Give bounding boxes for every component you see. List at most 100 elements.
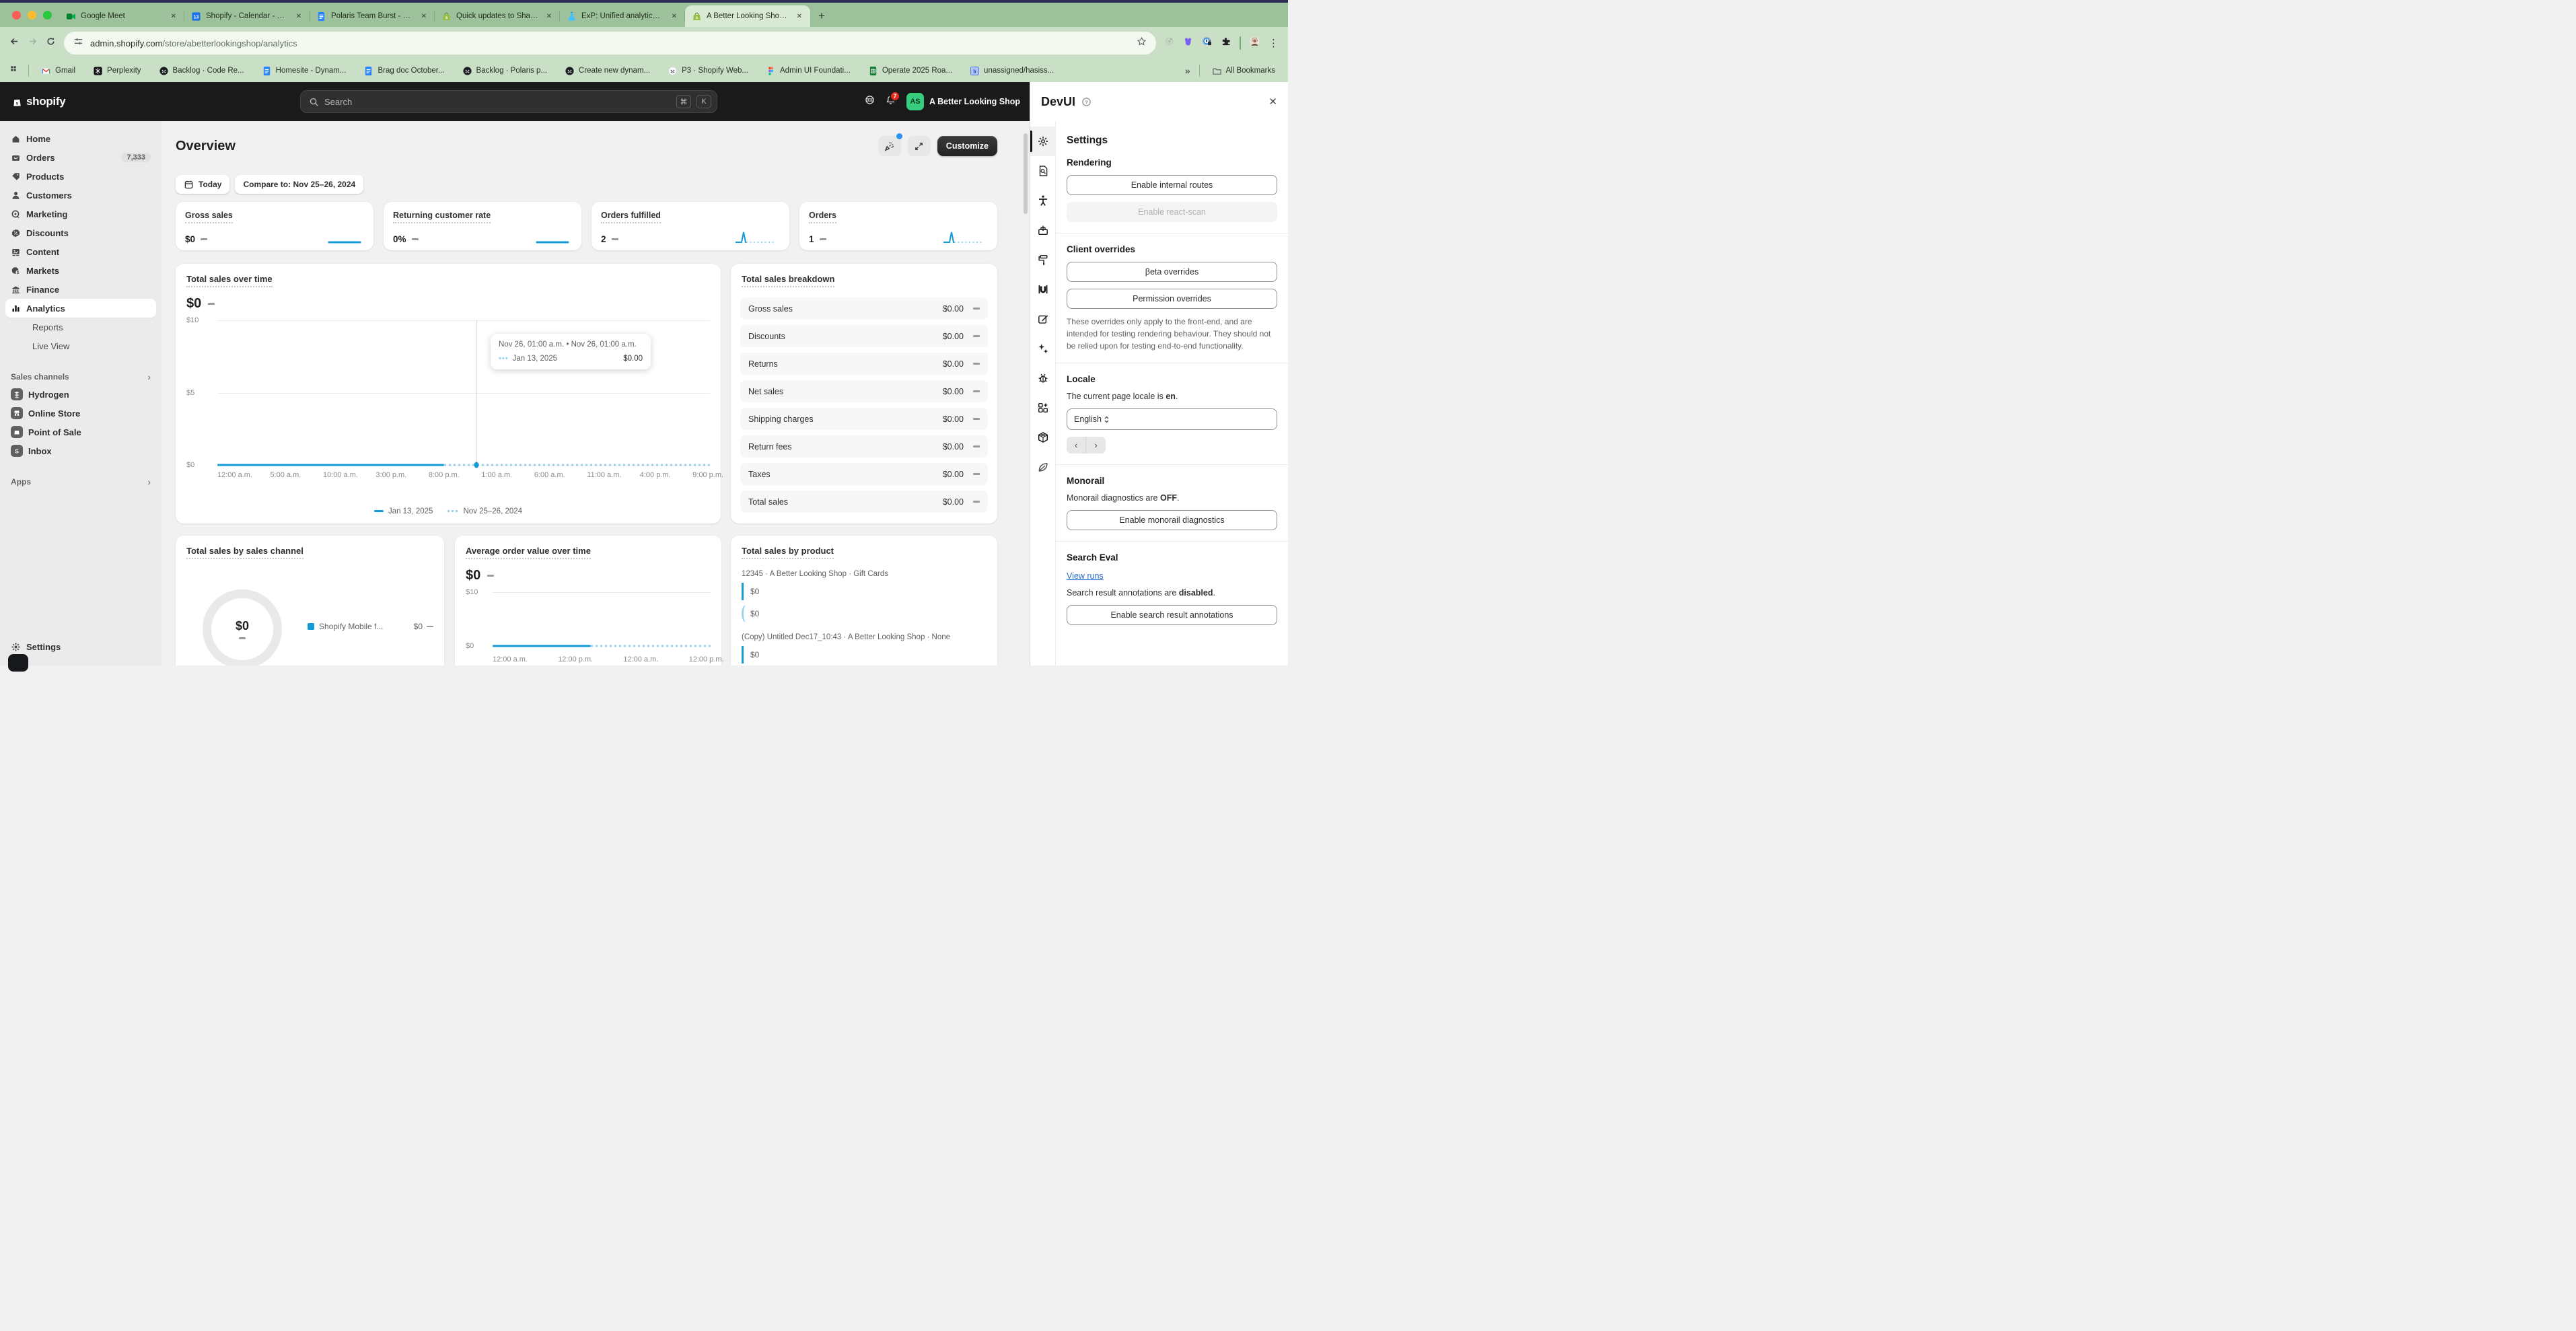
bookmark-item[interactable]: Perplexity: [90, 64, 145, 78]
bookmark-item[interactable]: Homesite - Dynam...: [258, 64, 350, 78]
sidebar-item-orders[interactable]: Orders7,333: [5, 148, 156, 167]
extension-a-icon[interactable]: [1164, 36, 1174, 50]
beta-overrides-button[interactable]: βeta overrides: [1067, 262, 1277, 282]
metric-label[interactable]: Returning customer rate: [393, 211, 491, 223]
bookmark-item[interactable]: Create new dynam...: [561, 64, 653, 78]
metric-label[interactable]: Orders fulfilled: [601, 211, 661, 223]
breakdown-row-shipping-charges[interactable]: Shipping charges$0.00: [740, 408, 988, 430]
tab-close-icon[interactable]: ✕: [544, 11, 554, 22]
close-panel-icon[interactable]: ✕: [1268, 96, 1277, 108]
donut-chart[interactable]: $0: [203, 589, 282, 666]
browser-tab[interactable]: sA Better Looking Shop · Over✕: [685, 5, 810, 27]
minimize-window-button[interactable]: [28, 11, 36, 20]
sidebar-item-settings[interactable]: Settings: [5, 637, 156, 656]
bookmarks-overflow-icon[interactable]: »: [1185, 65, 1190, 76]
date-range-pill[interactable]: Today: [176, 175, 229, 194]
onepassword-icon[interactable]: [1202, 36, 1212, 50]
tab-close-icon[interactable]: ✕: [669, 11, 680, 22]
tab-close-icon[interactable]: ✕: [419, 11, 429, 22]
new-tab-button[interactable]: +: [818, 9, 825, 23]
sidebar-item-customers[interactable]: Customers: [5, 186, 156, 205]
aov-chart[interactable]: $10 $0 12:00 a.m.12:00 p.m.12:00 a.m.12:…: [466, 592, 711, 659]
breakdown-row-returns[interactable]: Returns$0.00: [740, 353, 988, 375]
metric-label[interactable]: Orders: [809, 211, 836, 223]
browser-tab[interactable]: sQuick updates to Shadows an✕: [435, 5, 560, 27]
breakdown-row-total-sales[interactable]: Total sales$0.00: [740, 491, 988, 513]
card-title[interactable]: Total sales over time: [186, 274, 273, 287]
legend-item-compare[interactable]: Nov 25–26, 2024: [448, 507, 522, 515]
devui-rail-importbox[interactable]: [1030, 215, 1056, 245]
extensions-puzzle-icon[interactable]: [1221, 36, 1231, 50]
devui-rail-sparkles[interactable]: [1030, 334, 1056, 363]
bookmark-item[interactable]: Gmail: [38, 64, 79, 78]
browser-tab[interactable]: Google Meet✕: [59, 5, 184, 27]
sidebar-item-inbox[interactable]: SInbox: [5, 441, 156, 460]
sidebar-item-hydrogen[interactable]: Hydrogen: [5, 385, 156, 404]
bookmark-item[interactable]: Backlog · Polaris p...: [459, 64, 550, 78]
view-runs-link[interactable]: View runs: [1067, 571, 1104, 581]
enable-monorail-button[interactable]: Enable monorail diagnostics: [1067, 510, 1277, 530]
card-title[interactable]: Average order value over time: [466, 546, 591, 559]
devui-rail-edit[interactable]: [1030, 304, 1056, 334]
browser-tab[interactable]: ExP: Unified analytics experie✕: [560, 5, 685, 27]
celebrate-button[interactable]: [878, 136, 901, 156]
tab-close-icon[interactable]: ✕: [168, 11, 179, 22]
bookmark-item[interactable]: Operate 2025 Roa...: [865, 64, 956, 78]
expand-button[interactable]: [908, 136, 931, 156]
sidebar-item-point-of-sale[interactable]: Point of Sale: [5, 423, 156, 441]
breakdown-row-return-fees[interactable]: Return fees$0.00: [740, 435, 988, 458]
bookmark-star-icon[interactable]: [1137, 36, 1147, 50]
store-menu[interactable]: AS A Better Looking Shop: [906, 93, 1020, 110]
sidebar-item-online-store[interactable]: Online Store: [5, 404, 156, 423]
sidebar-item-markets[interactable]: $Markets: [5, 261, 156, 280]
product-bar[interactable]: $0: [742, 605, 750, 622]
devui-rail-uppy[interactable]: [1030, 275, 1056, 304]
compare-pill[interactable]: Compare to: Nov 25–26, 2024: [235, 175, 363, 194]
zoom-window-button[interactable]: [43, 11, 52, 20]
breakdown-row-taxes[interactable]: Taxes$0.00: [740, 463, 988, 485]
card-title[interactable]: Total sales breakdown: [742, 274, 834, 287]
forward-icon[interactable]: [28, 36, 38, 50]
product-bar[interactable]: $0: [742, 646, 987, 663]
back-icon[interactable]: [9, 36, 20, 50]
bookmark-item[interactable]: Brag doc October...: [360, 64, 448, 78]
locale-next-button[interactable]: ›: [1086, 437, 1106, 454]
browser-tab[interactable]: 13Shopify - Calendar - Week of✕: [184, 5, 310, 27]
reload-icon[interactable]: [46, 36, 56, 50]
sidebar-item-discounts[interactable]: Discounts: [5, 223, 156, 242]
locale-prev-button[interactable]: ‹: [1067, 437, 1086, 454]
sidebar-item-home[interactable]: Home: [5, 129, 156, 148]
product-bar[interactable]: $0: [742, 583, 987, 600]
bookmark-item[interactable]: Backlog · Code Re...: [155, 64, 248, 78]
legend-item-current[interactable]: Jan 13, 2025: [374, 507, 433, 515]
sidebar-item-analytics[interactable]: Analytics: [5, 299, 156, 318]
breakdown-row-discounts[interactable]: Discounts$0.00: [740, 325, 988, 347]
sidebar-item-marketing[interactable]: Marketing: [5, 205, 156, 223]
site-settings-icon[interactable]: [73, 36, 83, 50]
apps-grid-icon[interactable]: [9, 65, 20, 77]
browser-menu-icon[interactable]: ⋮: [1268, 37, 1279, 49]
devui-rail-accessibility[interactable]: [1030, 186, 1056, 215]
close-window-button[interactable]: [12, 11, 21, 20]
permission-overrides-button[interactable]: Permission overrides: [1067, 289, 1277, 309]
profile-avatar[interactable]: [1250, 36, 1260, 50]
devui-rail-bug[interactable]: [1030, 363, 1056, 393]
devui-rail-cube[interactable]: [1030, 423, 1056, 452]
sales-channels-header[interactable]: Sales channels›: [5, 369, 156, 385]
devui-rail-paintroller[interactable]: [1030, 245, 1056, 275]
shopify-logo[interactable]: sshopify: [12, 95, 65, 108]
sidebar-item-reports[interactable]: Reports: [5, 318, 156, 336]
devui-rail-filesearch[interactable]: [1030, 156, 1056, 186]
browser-tab[interactable]: Polaris Team Burst - Google D✕: [310, 5, 435, 27]
sidebar-item-products[interactable]: Products: [5, 167, 156, 186]
all-bookmarks-button[interactable]: All Bookmarks: [1209, 64, 1279, 78]
window-controls[interactable]: [12, 11, 52, 20]
global-search-input[interactable]: Search ⌘ K: [300, 90, 717, 113]
sidekick-icon[interactable]: [865, 95, 875, 108]
tab-close-icon[interactable]: ✕: [293, 11, 304, 22]
locale-select[interactable]: English: [1067, 408, 1277, 430]
help-icon[interactable]: ?: [1081, 97, 1092, 107]
help-launcher[interactable]: [8, 654, 28, 672]
main-scrollbar[interactable]: [1024, 133, 1028, 214]
card-title[interactable]: Total sales by sales channel: [186, 546, 303, 559]
